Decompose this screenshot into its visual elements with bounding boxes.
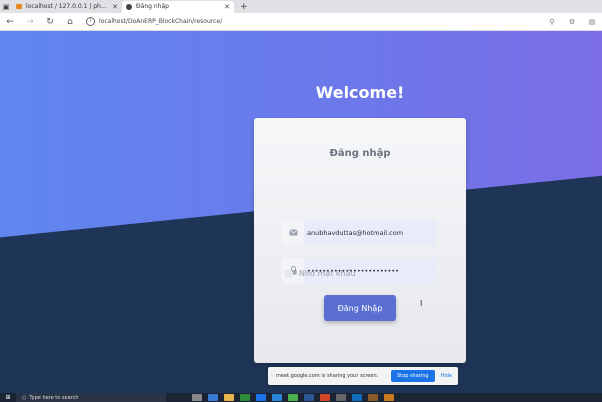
email-field[interactable]: anubhavduttas@hotmail.com I [282, 220, 437, 308]
taskbar: ⊞ ○ Type here to search [0, 393, 602, 402]
extensions-icon[interactable]: ⚙ [562, 18, 582, 26]
address-bar: ← → ↻ ⌂ i localhost/DoAnERP_BlockChain/r… [0, 13, 602, 31]
edge-icon[interactable] [208, 394, 218, 401]
forward-icon[interactable]: → [20, 17, 40, 27]
tab-label: localhost / 127.0.0.1 | phpMyAdmin [26, 3, 108, 10]
email-value[interactable]: anubhavduttas@hotmail.com [304, 229, 403, 237]
envelope-icon [282, 220, 304, 245]
windows-start-icon[interactable]: ⊞ [0, 394, 16, 401]
login-card: Đăng nhập anubhavduttas@hotmail.com I ••… [254, 118, 466, 363]
app-icon[interactable] [336, 394, 346, 401]
vscode-icon[interactable] [272, 394, 282, 401]
phpmyadmin-favicon-icon [16, 4, 22, 9]
task-view-icon[interactable] [192, 394, 202, 401]
remember-me[interactable]: Nhớ mật khẩu [284, 269, 356, 278]
file-explorer-icon[interactable] [224, 394, 234, 401]
close-icon[interactable]: ✕ [224, 3, 230, 11]
taskbar-search[interactable]: ○ Type here to search [16, 393, 166, 402]
refresh-icon[interactable]: ↻ [40, 17, 60, 27]
powerpoint-icon[interactable] [320, 394, 330, 401]
login-button[interactable]: Đăng Nhập [324, 295, 396, 321]
info-icon[interactable]: i [86, 17, 95, 26]
search-icon: ○ [22, 394, 27, 401]
page-favicon-icon [126, 3, 132, 10]
app-icon[interactable] [240, 394, 250, 401]
chrome-icon[interactable] [288, 394, 298, 401]
welcome-heading: Welcome! [315, 83, 405, 102]
app-icon[interactable] [368, 394, 378, 401]
word-icon[interactable] [304, 394, 314, 401]
url-field[interactable]: i localhost/DoAnERP_BlockChain/resource/ [86, 17, 542, 26]
screen-share-bar: ⋮ meet.google.com is sharing your screen… [268, 367, 458, 385]
login-card-title: Đăng nhập [329, 148, 391, 159]
page-viewport: Welcome! Đăng nhập anubhavduttas@hotmail… [0, 31, 602, 393]
taskbar-apps [192, 394, 394, 401]
close-icon[interactable]: ✕ [112, 3, 118, 11]
new-tab-icon[interactable]: + [240, 2, 248, 12]
tab-actions-icon[interactable]: ▣ [0, 3, 12, 11]
app-icon[interactable] [384, 394, 394, 401]
search-icon[interactable]: ⚲ [542, 18, 562, 26]
share-message: meet.google.com is sharing your screen. [276, 373, 379, 379]
tab-label: Đăng nhập [136, 3, 169, 10]
remember-checkbox[interactable] [284, 269, 293, 278]
drag-handle-icon[interactable]: ⋮ [268, 373, 276, 379]
hide-button[interactable]: Hide [441, 373, 452, 379]
back-icon[interactable]: ← [0, 17, 20, 27]
remember-label: Nhớ mật khẩu [299, 269, 356, 278]
text-cursor-icon: I [420, 299, 423, 308]
url-text[interactable]: localhost/DoAnERP_BlockChain/resource/ [99, 18, 222, 25]
photoshop-icon[interactable] [256, 394, 266, 401]
stop-sharing-button[interactable]: Stop sharing [391, 370, 435, 382]
tab-phpmyadmin[interactable]: localhost / 127.0.0.1 | phpMyAdmin ✕ [12, 1, 122, 13]
browser-tab-bar: ▣ localhost / 127.0.0.1 | phpMyAdmin ✕ Đ… [0, 0, 602, 13]
tab-login[interactable]: Đăng nhập ✕ [122, 0, 234, 13]
outlook-icon[interactable] [352, 394, 362, 401]
home-icon[interactable]: ⌂ [60, 17, 80, 27]
search-placeholder: Type here to search [29, 394, 79, 401]
collections-icon[interactable]: ▤ [582, 18, 602, 26]
